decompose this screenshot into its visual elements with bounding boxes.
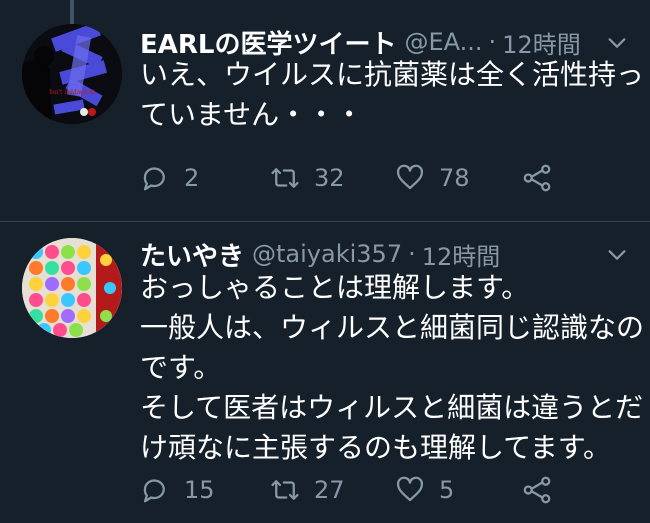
tweet-text: おっしゃることは理解します。 一般人は、ウィルスと細菌同じ認識なの です。 そし…	[140, 268, 645, 468]
retweet-icon	[271, 168, 299, 188]
reply-icon	[143, 167, 165, 191]
tweet-text-line: です。	[140, 351, 222, 384]
like-button[interactable]: 5	[395, 470, 454, 510]
share-icon	[523, 164, 551, 192]
share-button[interactable]	[522, 158, 552, 198]
tweet-text-line: 一般人は、ウィルスと細菌同じ認識なの	[140, 311, 645, 344]
retweet-count: 27	[314, 476, 345, 504]
like-icon	[396, 476, 424, 502]
tweet-actions: 15 27 5	[140, 470, 590, 510]
like-icon	[396, 164, 424, 190]
chevron-down-icon[interactable]	[606, 32, 628, 54]
reply-count: 15	[184, 476, 215, 504]
tweet[interactable]: たいやき @taiyaki357 · 12時間 おっしゃることは理解します。 一…	[0, 222, 650, 523]
avatar-image: Isn't it Magical	[22, 24, 122, 124]
retweet-button[interactable]: 32	[270, 158, 345, 198]
tweet-text-line: そして医者はウィルスと細菌は違うとだ	[140, 391, 644, 424]
avatar[interactable]: Isn't it Magical	[22, 24, 122, 124]
reply-button[interactable]: 15	[140, 470, 215, 510]
tweet-text-line: いえ、ウイルスに抗菌薬は全く活性持っ	[140, 58, 645, 91]
tweet-text-line: ていません・・・	[140, 98, 364, 131]
tweet-text: いえ、ウイルスに抗菌薬は全く活性持っ ていません・・・	[140, 55, 645, 135]
share-icon	[523, 476, 551, 504]
like-count: 78	[439, 164, 470, 192]
like-count: 5	[439, 476, 455, 504]
reply-icon	[143, 479, 165, 503]
tweet-actions: 2 32 78	[140, 158, 590, 198]
like-button[interactable]: 78	[395, 158, 470, 198]
timestamp[interactable]: 12時間	[422, 237, 501, 272]
tweet-text-line: おっしゃることは理解します。	[140, 271, 530, 304]
reply-count: 2	[184, 164, 200, 192]
avatar[interactable]	[22, 238, 122, 338]
tweet[interactable]: Isn't it Magical EARLの医学ツイート @EA... · 12…	[0, 0, 650, 221]
avatar-caption: Isn't it Magical	[49, 89, 95, 96]
reply-button[interactable]: 2	[140, 158, 199, 198]
avatar-image	[22, 238, 122, 338]
retweet-button[interactable]: 27	[270, 470, 345, 510]
retweet-icon	[271, 480, 299, 500]
user-handle[interactable]: @taiyaki357	[252, 240, 402, 268]
tweet-text-line: け頑なに主張するのも理解してます。	[140, 431, 611, 464]
retweet-count: 32	[314, 164, 345, 192]
chevron-down-icon[interactable]	[606, 244, 628, 266]
display-name[interactable]: たいやき	[140, 236, 244, 273]
separator-dot: ·	[488, 28, 497, 56]
share-button[interactable]	[522, 470, 552, 510]
separator-dot: ·	[408, 240, 416, 268]
timeline: Isn't it Magical EARLの医学ツイート @EA... · 12…	[0, 0, 650, 523]
user-handle[interactable]: @EA...	[404, 28, 482, 56]
